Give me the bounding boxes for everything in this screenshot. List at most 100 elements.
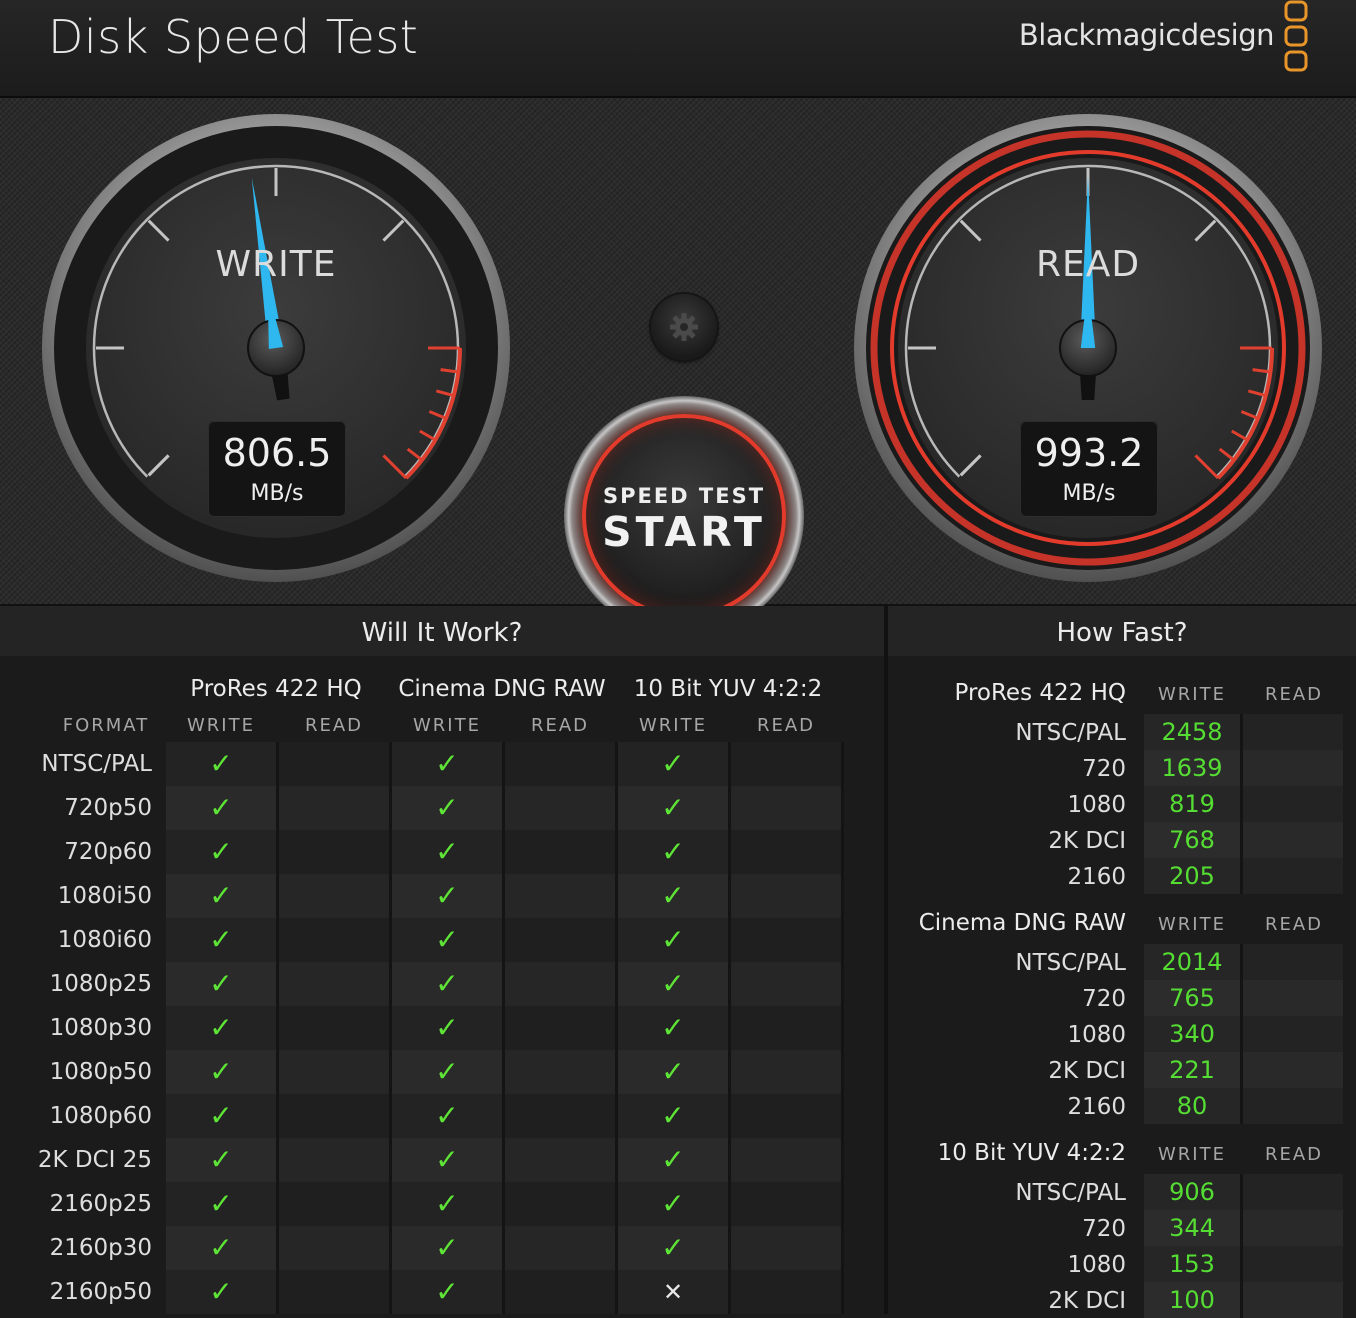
result-cell: ✓	[166, 918, 276, 962]
result-cell	[279, 962, 389, 1006]
format-row-label: 720p50	[64, 795, 152, 821]
check-icon: ✓	[209, 791, 233, 824]
how-fast-write-value: 100	[1169, 1286, 1215, 1314]
result-cell: ✓	[618, 786, 728, 830]
how-fast-row-label: 2K DCI	[1048, 1288, 1126, 1314]
result-cell: ✓	[392, 1094, 502, 1138]
how-fast-row-label: 720	[1082, 986, 1126, 1012]
check-icon: ✓	[661, 1187, 685, 1220]
check-icon: ✓	[661, 879, 685, 912]
format-row-label: 720p60	[64, 839, 152, 865]
how-fast-read-cell	[1243, 944, 1343, 980]
how-fast-read-cell	[1243, 1174, 1343, 1210]
format-row-label: 1080p50	[49, 1059, 152, 1085]
result-cell: ✕	[618, 1270, 728, 1314]
format-row-label: 1080p30	[49, 1015, 152, 1041]
how-fast-write-value: 153	[1169, 1250, 1215, 1278]
check-icon: ✓	[435, 1275, 459, 1308]
result-cell	[505, 742, 615, 786]
check-icon: ✓	[661, 1055, 685, 1088]
result-cell: ✓	[166, 1182, 276, 1226]
check-icon: ✓	[435, 1231, 459, 1264]
app-title: Disk Speed Test	[48, 10, 419, 64]
result-cell: ✓	[166, 1094, 276, 1138]
read-gauge-label: READ	[1035, 244, 1141, 285]
how-fast-row-label: 720	[1082, 756, 1126, 782]
how-fast-read-header: READ	[1264, 914, 1324, 935]
result-cell: ✓	[618, 1094, 728, 1138]
read-column-header: READ	[756, 715, 816, 736]
result-cell	[731, 874, 841, 918]
check-icon: ✓	[435, 879, 459, 912]
result-cell	[505, 1226, 615, 1270]
how-fast-write-value: 906	[1169, 1178, 1215, 1206]
how-fast-write-value: 344	[1169, 1214, 1215, 1242]
check-icon: ✓	[209, 1011, 233, 1044]
speed-test-start-button[interactable]: SPEED TEST START	[564, 396, 804, 636]
check-icon: ✓	[209, 923, 233, 956]
check-icon: ✓	[661, 835, 685, 868]
result-cell	[505, 1006, 615, 1050]
result-cell	[731, 1138, 841, 1182]
result-cell	[505, 1270, 615, 1314]
write-column-header: WRITE	[639, 715, 707, 736]
title-bar: Disk Speed Test Blackmagicdesign	[0, 0, 1356, 98]
how-fast-row-label: 1080	[1067, 792, 1126, 818]
result-cell	[279, 1270, 389, 1314]
result-cell	[505, 918, 615, 962]
codec-header: Cinema DNG RAW	[398, 676, 606, 702]
result-cell	[279, 1050, 389, 1094]
how-fast-write-header: WRITE	[1158, 914, 1226, 935]
write-speed-value: 806.5	[222, 431, 332, 475]
result-cell: ✓	[618, 742, 728, 786]
result-cell	[731, 1050, 841, 1094]
how-fast-write-value: 765	[1169, 984, 1215, 1012]
result-cell	[279, 742, 389, 786]
result-cell: ✓	[618, 1138, 728, 1182]
check-icon: ✓	[661, 967, 685, 1000]
how-fast-read-cell	[1243, 1088, 1343, 1124]
how-fast-write-value: 2014	[1161, 948, 1223, 976]
how-fast-codec: Cinema DNG RAW	[918, 910, 1126, 936]
result-cell: ✓	[618, 962, 728, 1006]
check-icon: ✓	[435, 923, 459, 956]
how-fast-write-value: 340	[1169, 1020, 1215, 1048]
result-cell	[731, 1006, 841, 1050]
how-fast-write-header: WRITE	[1158, 1144, 1226, 1165]
result-cell: ✓	[166, 786, 276, 830]
how-fast-row-label: NTSC/PAL	[1015, 1180, 1126, 1206]
how-fast-read-cell	[1243, 822, 1343, 858]
how-fast-write-value: 819	[1169, 790, 1215, 818]
how-fast-read-header: READ	[1264, 1144, 1324, 1165]
format-column-header: FORMAT	[62, 715, 150, 736]
check-icon: ✓	[209, 747, 233, 780]
result-cell	[731, 1226, 841, 1270]
write-column-header: WRITE	[187, 715, 255, 736]
read-column-header: READ	[304, 715, 364, 736]
codec-header: ProRes 422 HQ	[190, 676, 362, 702]
start-button-label: START	[602, 508, 766, 556]
result-cell: ✓	[392, 1006, 502, 1050]
result-cell	[505, 1138, 615, 1182]
how-fast-separator	[1240, 944, 1243, 1124]
result-cell	[731, 1182, 841, 1226]
check-icon: ✓	[209, 967, 233, 1000]
how-fast-read-cell	[1243, 714, 1343, 750]
write-gauge-label: WRITE	[215, 244, 337, 285]
check-icon: ✓	[209, 1275, 233, 1308]
check-icon: ✓	[209, 1231, 233, 1264]
result-cell: ✓	[618, 1226, 728, 1270]
codec-header: 10 Bit YUV 4:2:2	[633, 676, 823, 702]
check-icon: ✓	[661, 1011, 685, 1044]
result-cell	[731, 962, 841, 1006]
result-cell: ✓	[166, 742, 276, 786]
result-cell: ✓	[392, 874, 502, 918]
format-row-label: 1080p60	[49, 1103, 152, 1129]
settings-button[interactable]	[651, 294, 717, 360]
result-cell	[279, 1094, 389, 1138]
will-it-work-header: Will It Work?	[0, 606, 884, 656]
check-icon: ✓	[209, 879, 233, 912]
gear-icon	[670, 313, 698, 341]
result-cell	[731, 742, 841, 786]
how-fast-write-value: 205	[1169, 862, 1215, 890]
